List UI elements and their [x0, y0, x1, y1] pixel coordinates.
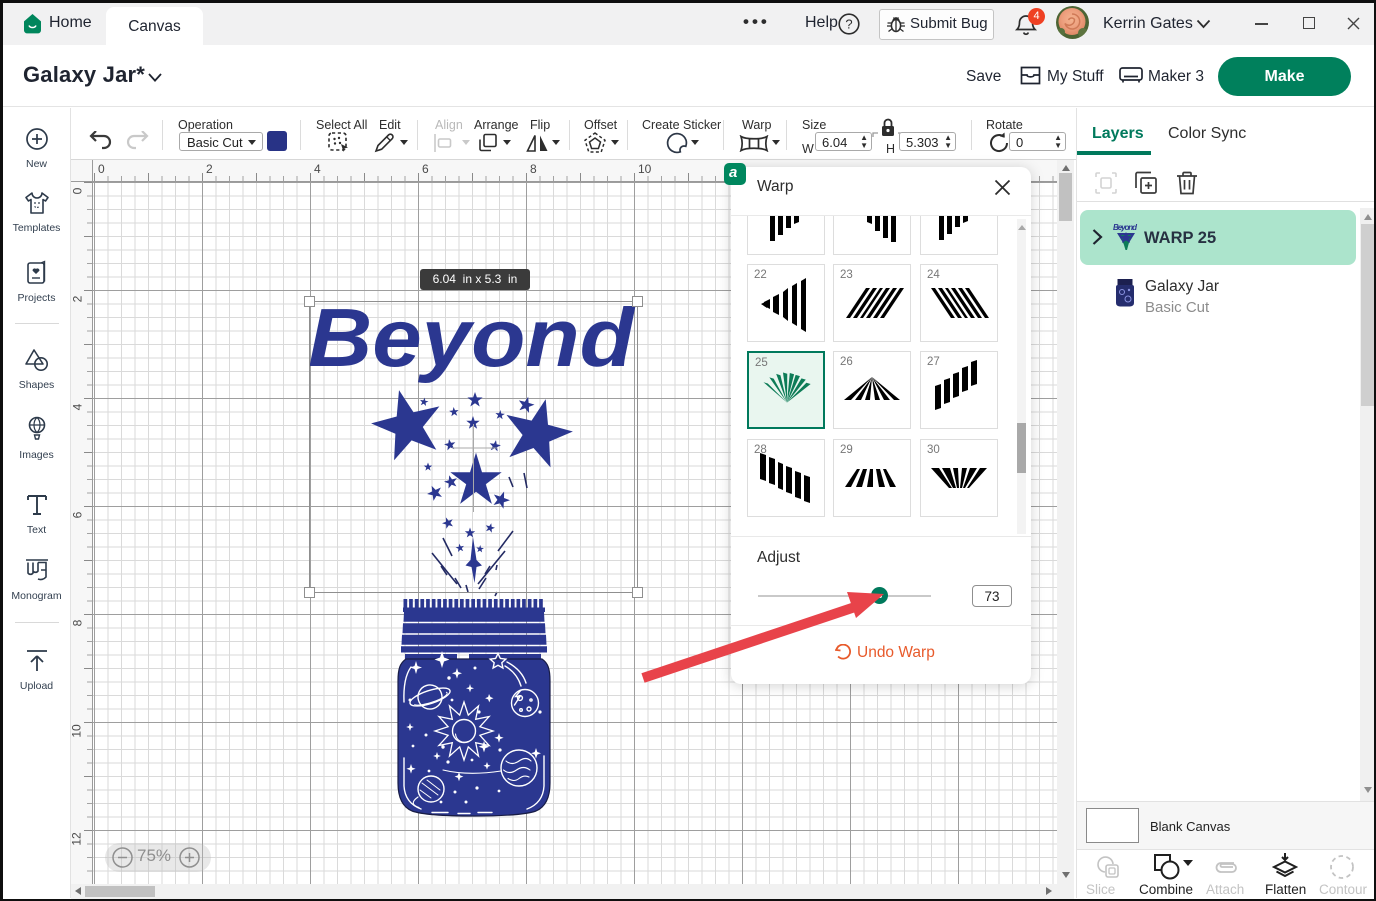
svg-text:?: ? — [845, 17, 852, 32]
svg-text:Beyond: Beyond — [1113, 223, 1138, 232]
